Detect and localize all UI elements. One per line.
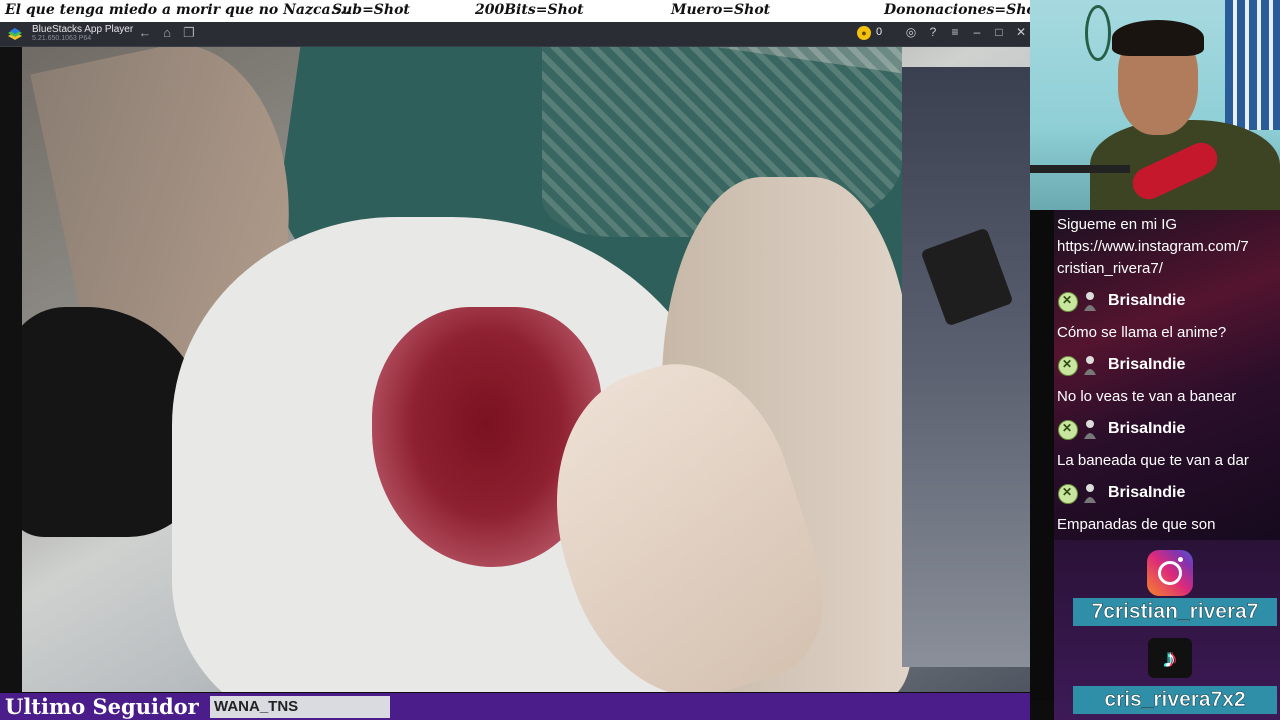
chat-intro-line: cristian_rivera7/ xyxy=(1057,260,1163,277)
multi-window-icon[interactable]: ❐ xyxy=(181,25,197,41)
back-arrow-icon[interactable]: ← xyxy=(137,25,153,40)
coin-count: 0 xyxy=(876,26,883,38)
chat-intro-line: Sigueme en mi IG xyxy=(1057,216,1178,233)
chat-panel: Sigueme en mi IG https://www.instagram.c… xyxy=(1054,210,1280,540)
minimize-icon[interactable]: – xyxy=(969,25,985,39)
chat-badge-icon xyxy=(1058,420,1078,440)
chat-avatar-icon xyxy=(1084,484,1096,503)
chat-message: La baneada que te van a dar xyxy=(1057,452,1249,469)
chat-avatar-icon xyxy=(1084,356,1096,375)
instagram-handle: 7cristian_rivera7 xyxy=(1073,598,1277,626)
help-icon[interactable]: ? xyxy=(925,25,941,39)
webcam-overlay xyxy=(1030,0,1280,210)
bluestacks-title-bar: BlueStacks App Player 5.21.650.1063 P64 … xyxy=(0,22,1030,47)
tiktok-handle: cris_rivera7x2 xyxy=(1073,686,1277,714)
game-video-frame[interactable] xyxy=(22,47,1030,692)
marquee-item: 200Bits=Shot xyxy=(475,2,584,18)
marquee-bar: El que tenga miedo a morir que no Nazca.… xyxy=(0,0,1042,22)
chat-badge-icon xyxy=(1058,292,1078,312)
coin-icon[interactable]: ● xyxy=(857,26,871,40)
maximize-icon[interactable]: □ xyxy=(991,25,1007,39)
hair xyxy=(1112,20,1204,56)
chat-username[interactable]: BrisaIndie xyxy=(1108,420,1185,438)
close-icon[interactable]: ✕ xyxy=(1013,25,1029,39)
wall-art xyxy=(1225,0,1280,130)
marquee-item: Dononaciones=Shot xyxy=(884,2,1043,18)
background-sheet xyxy=(902,67,1030,667)
game-frame-border xyxy=(0,47,22,692)
tiktok-icon: ♪ xyxy=(1148,638,1192,678)
last-follower-name: WANA_TNS xyxy=(210,696,390,718)
chat-badge-icon xyxy=(1058,484,1078,504)
chat-username[interactable]: BrisaIndie xyxy=(1108,356,1185,374)
chat-username[interactable]: BrisaIndie xyxy=(1108,484,1185,502)
wall-mirror xyxy=(1085,5,1111,61)
chat-intro-line: https://www.instagram.com/7 xyxy=(1057,238,1249,255)
chat-username[interactable]: BrisaIndie xyxy=(1108,292,1185,310)
menu-icon[interactable]: ≡ xyxy=(947,25,963,39)
home-icon[interactable]: ⌂ xyxy=(159,25,175,40)
app-version: 5.21.650.1063 P64 xyxy=(32,35,92,42)
bluestacks-logo-icon xyxy=(8,28,22,40)
chat-badge-icon xyxy=(1058,356,1078,376)
chat-message: Cómo se llama el anime? xyxy=(1057,324,1227,341)
marquee-item: El que tenga miedo a morir que no Nazca.… xyxy=(5,2,351,18)
chat-message: Empanadas de que son xyxy=(1057,516,1216,533)
chat-left-border xyxy=(1030,210,1054,700)
app-title: BlueStacks App Player xyxy=(32,24,134,35)
marquee-item: Sub=Shot xyxy=(332,2,410,18)
marquee-item: Muero=Shot xyxy=(671,2,771,18)
mic-arm xyxy=(1030,165,1130,173)
account-icon[interactable]: ◎ xyxy=(903,25,919,39)
last-follower-label: Ultimo Seguidor xyxy=(5,694,199,719)
instagram-icon xyxy=(1147,550,1193,596)
chat-avatar-icon xyxy=(1084,420,1096,439)
chat-avatar-icon xyxy=(1084,292,1096,311)
chat-message: No lo veas te van a banear xyxy=(1057,388,1237,405)
